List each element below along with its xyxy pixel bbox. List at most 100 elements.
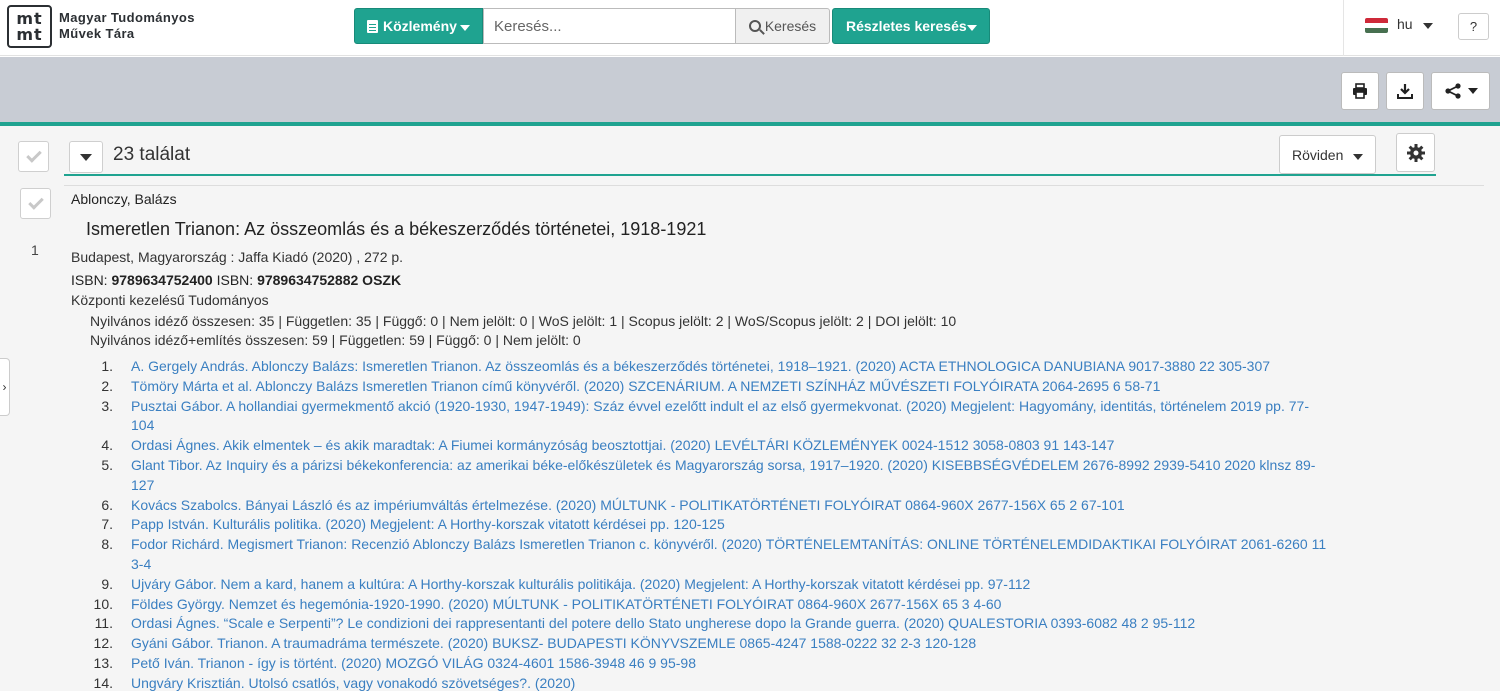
citation-link[interactable]: Ujváry Gábor. Nem a kard, hanem a kultúr… xyxy=(131,575,1330,595)
citation-number: 9. xyxy=(101,575,113,592)
citation-number: 6. xyxy=(101,496,113,513)
citation-link[interactable]: Fodor Richárd. Megismert Trianon: Recenz… xyxy=(131,535,1330,575)
search-button[interactable]: Keresés xyxy=(735,8,830,44)
help-button[interactable]: ? xyxy=(1458,13,1489,40)
search-button-label: Keresés xyxy=(764,18,817,34)
mention-stats: Nyilvános idéző+említés összesen: 59 | F… xyxy=(90,332,581,348)
record-divider xyxy=(64,185,1484,186)
record-number: 1 xyxy=(31,242,39,258)
display-mode-label: Röviden xyxy=(1292,146,1344,163)
citation-number: 11. xyxy=(94,615,113,632)
citation-link[interactable]: Ordasi Ágnes. Akik elmentek – és akik ma… xyxy=(131,436,1330,456)
list-item: 11. Ordasi Ágnes. “Scale e Serpenti”? Le … xyxy=(90,614,1330,634)
list-item: 7. Papp István. Kulturális politika. (202… xyxy=(90,515,1330,535)
isbn-label: ISBN: xyxy=(71,272,112,288)
isbn-value: 9789634752400 xyxy=(111,272,213,288)
select-all-checkbox[interactable] xyxy=(18,141,49,172)
selection-dropdown[interactable] xyxy=(69,141,103,173)
citation-link[interactable]: Ordasi Ágnes. “Scale e Serpenti”? Le con… xyxy=(131,614,1330,634)
list-item: 5. Glant Tibor. Az Inquiry és a párizsi b… xyxy=(90,456,1330,496)
citation-number: 12. xyxy=(93,635,113,652)
citation-link[interactable]: Kovács Szabolcs. Bányai László és az imp… xyxy=(131,496,1330,516)
advanced-search-label: Részletes keresés xyxy=(846,18,967,34)
list-item: 10. Földes György. Nemzet és hegemónia-19… xyxy=(90,595,1330,615)
citation-number: 13. xyxy=(93,654,113,671)
citation-number: 1. xyxy=(101,358,113,374)
settings-button[interactable] xyxy=(1396,133,1435,172)
chevron-down-icon[interactable] xyxy=(1423,23,1433,29)
citation-link[interactable]: Ungváry Krisztián. Utolsó csatlós, vagy … xyxy=(131,674,1330,691)
citation-number: 3. xyxy=(101,397,113,414)
chevron-down-icon xyxy=(80,153,92,161)
share-icon xyxy=(1444,83,1461,99)
citation-link[interactable]: Pusztai Gábor. A hollandiai gyermekmentő… xyxy=(131,397,1330,437)
list-item: 1. A. Gergely András. Ablonczy Balázs: Is… xyxy=(90,357,1330,377)
gear-icon xyxy=(1406,143,1425,162)
logo-text[interactable]: Magyar Tudományos Művek Tára xyxy=(59,10,195,42)
citation-number: 10. xyxy=(93,595,113,612)
isbn-label: ISBN: xyxy=(212,272,258,288)
isbn-value: 9789634752882 xyxy=(257,272,359,288)
display-mode-dropdown[interactable]: Röviden xyxy=(1279,135,1376,174)
hungarian-flag-icon[interactable] xyxy=(1365,18,1388,33)
logo-line-2: mt xyxy=(16,24,43,44)
citation-link[interactable]: Glant Tibor. Az Inquiry és a párizsi bék… xyxy=(131,456,1330,496)
action-toolbar xyxy=(0,57,1500,122)
publication-type-dropdown[interactable]: Közlemény xyxy=(354,8,483,44)
citation-list: 1. A. Gergely András. Ablonczy Balázs: Is… xyxy=(90,357,1330,691)
search-input[interactable] xyxy=(483,8,736,44)
record-title[interactable]: Ismeretlen Trianon: Az összeomlás és a b… xyxy=(86,219,706,240)
language-selector[interactable]: hu xyxy=(1397,16,1413,32)
citation-link[interactable]: Földes György. Nemzet és hegemónia-1920-… xyxy=(131,595,1330,615)
advanced-search-button[interactable]: Részletes keresés xyxy=(832,8,990,44)
chevron-down-icon xyxy=(460,25,470,31)
download-icon xyxy=(1397,84,1413,99)
citation-link[interactable]: Papp István. Kulturális politika. (2020)… xyxy=(131,515,1330,535)
top-header: mt mt Magyar Tudományos Művek Tára Közle… xyxy=(0,0,1500,56)
results-panel: 23 találat Röviden › 1 Ablonczy, Balázs … xyxy=(0,126,1500,691)
logo-text-line-2: Művek Tára xyxy=(59,26,135,41)
list-item: 3. Pusztai Gábor. A hollandiai gyermekmen… xyxy=(90,397,1330,437)
result-count: 23 találat xyxy=(113,144,191,165)
record-author[interactable]: Ablonczy, Balázs xyxy=(71,191,177,207)
download-button[interactable] xyxy=(1386,72,1424,110)
share-button[interactable] xyxy=(1431,72,1490,110)
chevron-right-icon: › xyxy=(2,380,7,394)
citation-link[interactable]: A. Gergely András. Ablonczy Balázs: Isme… xyxy=(131,357,1330,377)
results-header-divider xyxy=(64,174,1436,176)
record-category: Központi kezelésű Tudományos xyxy=(71,292,269,308)
citation-number: 14. xyxy=(93,674,113,691)
search-icon xyxy=(748,20,761,32)
list-item: 8. Fodor Richárd. Megismert Trianon: Rece… xyxy=(90,535,1330,575)
citation-link[interactable]: Tömöry Márta et al. Ablonczy Balázs Isme… xyxy=(131,377,1330,397)
mtmt-logo[interactable]: mt mt xyxy=(7,5,52,48)
sidebar-toggle[interactable]: › xyxy=(0,358,10,416)
citation-number: 8. xyxy=(101,536,113,553)
document-icon xyxy=(367,19,378,33)
chevron-down-icon xyxy=(967,25,977,31)
logo-text-line-1: Magyar Tudományos xyxy=(59,10,195,25)
citation-number: 7. xyxy=(101,516,113,533)
chevron-down-icon xyxy=(1353,154,1363,160)
citation-link[interactable]: Gyáni Gábor. Trianon. A traumadráma term… xyxy=(131,634,1330,654)
list-item: 14. Ungváry Krisztián. Utolsó csatlós, va… xyxy=(90,674,1330,691)
list-item: 9. Ujváry Gábor. Nem a kard, hanem a kult… xyxy=(90,575,1330,595)
record-checkbox[interactable] xyxy=(20,188,51,219)
list-item: 13. Pető Iván. Trianon - így is történt. … xyxy=(90,654,1330,674)
chevron-down-icon xyxy=(1467,88,1478,94)
oszk-label: OSZK xyxy=(358,272,402,288)
record-publisher: Budapest, Magyarország : Jaffa Kiadó (20… xyxy=(71,249,404,265)
list-item: 2. Tömöry Márta et al. Ablonczy Balázs Is… xyxy=(90,377,1330,397)
list-item: 12. Gyáni Gábor. Trianon. A traumadráma t… xyxy=(90,634,1330,654)
citation-link[interactable]: Pető Iván. Trianon - így is történt. (20… xyxy=(131,654,1330,674)
record-isbn: ISBN: 9789634752400 ISBN: 9789634752882 … xyxy=(71,272,401,288)
print-button[interactable] xyxy=(1341,72,1379,110)
citation-number: 5. xyxy=(101,456,113,473)
citation-stats: Nyilvános idéző összesen: 35 | Független… xyxy=(90,313,957,329)
print-icon xyxy=(1353,83,1367,99)
citation-number: 4. xyxy=(101,437,113,454)
header-divider xyxy=(1343,0,1344,56)
publication-type-label: Közlemény xyxy=(383,18,457,34)
check-icon xyxy=(27,193,44,210)
list-item: 4. Ordasi Ágnes. Akik elmentek – és akik … xyxy=(90,436,1330,456)
